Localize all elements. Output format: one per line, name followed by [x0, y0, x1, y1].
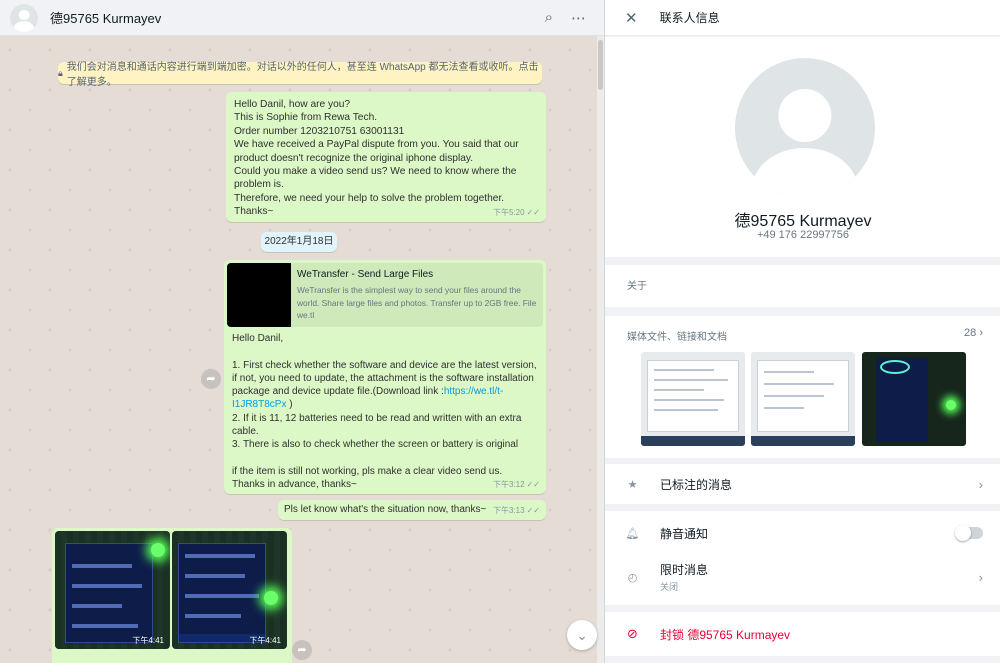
message-time: 下午3:12: [493, 479, 525, 489]
message-time: 下午3:13: [493, 505, 525, 515]
chevron-down-icon: ⌄: [576, 627, 588, 643]
message-bubble[interactable]: Hello Danil, how are you? This is Sophie…: [226, 92, 546, 222]
block-label: 封锁 德95765 Kurmayev: [660, 627, 791, 642]
avatar[interactable]: [735, 58, 875, 198]
link-preview-title: WeTransfer - Send Large Files: [297, 269, 434, 280]
avatar[interactable]: [10, 3, 38, 32]
image-thumbnail[interactable]: 下午4:41: [172, 531, 287, 649]
message-text-after: ) 2. If it is 11, 12 batteries need to b…: [232, 399, 522, 491]
image-album[interactable]: 下午4:41 下午4:41: [52, 528, 292, 663]
chat-header[interactable]: 德95765 Kurmayev ⌕ ⋯: [0, 0, 604, 36]
chevron-right-icon: ›: [978, 569, 983, 585]
disappearing-value: 关闭: [660, 582, 679, 592]
media-thumbnail[interactable]: [751, 352, 855, 446]
encryption-notice-text: 我们会对消息和通话内容进行端到端加密。对话以外的任何人，甚至连 WhatsApp…: [66, 62, 539, 88]
info-title: 联系人信息: [659, 11, 720, 25]
timer-icon: ◴: [627, 571, 638, 584]
contact-info-pane: ✕ 联系人信息 德95765 Kurmayev +49 176 22997756…: [604, 0, 1000, 663]
mute-label: 静音通知: [660, 526, 709, 541]
block-contact-row[interactable]: ⊘ 封锁 德95765 Kurmayev: [605, 612, 1000, 656]
bell-icon: 🔔︎: [625, 527, 640, 540]
scrollbar-thumb[interactable]: [598, 40, 603, 90]
about-label: 关于: [627, 281, 647, 292]
disappearing-messages-row[interactable]: ◴ 限时消息 关闭 ›: [605, 555, 1000, 599]
chat-contact-name[interactable]: 德95765 Kurmayev: [50, 8, 161, 27]
star-icon: ★: [627, 478, 638, 491]
contact-phone: +49 176 22997756: [756, 229, 850, 241]
disappearing-label: 限时消息: [660, 563, 709, 577]
message-bubble[interactable]: Pls let know what's the situation now, t…: [278, 500, 546, 520]
menu-icon[interactable]: ⋯: [571, 9, 586, 27]
message-time: 下午5:20: [493, 207, 525, 217]
info-header: ✕ 联系人信息: [605, 0, 1000, 36]
forward-icon[interactable]: ➦: [292, 640, 312, 660]
chevron-right-icon: ›: [978, 476, 983, 492]
contact-name: 德95765 Kurmayev: [734, 213, 872, 230]
media-count: 28: [964, 327, 977, 339]
date-chip: 2022年1月18日: [261, 232, 337, 252]
close-icon[interactable]: ✕: [625, 9, 638, 27]
read-ticks-icon: ✓✓: [526, 505, 540, 515]
search-icon[interactable]: ⌕: [545, 9, 553, 27]
block-icon: ⊘: [627, 626, 638, 641]
message-text: Pls let know what's the situation now, t…: [284, 504, 487, 515]
encryption-notice[interactable]: 🔒︎ 我们会对消息和通话内容进行端到端加密。对话以外的任何人，甚至连 Whats…: [58, 62, 542, 88]
image-thumbnail[interactable]: 下午4:41: [55, 531, 170, 649]
chevron-right-icon: ›: [979, 327, 983, 339]
link-preview-description: WeTransfer is the simplest way to send y…: [297, 285, 537, 321]
media-label: 媒体文件、链接和文档: [627, 332, 727, 343]
link-preview-thumbnail: [227, 263, 291, 327]
starred-label: 已标注的消息: [660, 477, 733, 492]
starred-messages-row[interactable]: ★ 已标注的消息 ›: [605, 464, 1000, 504]
chat-pane: 德95765 Kurmayev ⌕ ⋯ 🔒︎ 我们会对消息和通话内容进行端到端加…: [0, 0, 604, 663]
media-thumbnail[interactable]: [641, 352, 745, 446]
message-text: Hello Danil, 1. First check whether the …: [227, 327, 543, 492]
mute-toggle[interactable]: [955, 525, 983, 541]
media-count-link[interactable]: 28 ›: [964, 327, 983, 339]
image-time: 下午4:41: [132, 636, 164, 645]
read-ticks-icon: ✓✓: [526, 207, 540, 217]
chat-scrollbar[interactable]: [597, 36, 604, 663]
profile-section: 德95765 Kurmayev +49 176 22997756: [605, 37, 1000, 257]
link-preview[interactable]: WeTransfer - Send Large Files WeTransfer…: [227, 263, 543, 327]
media-thumbnail[interactable]: [862, 352, 966, 446]
image-time: 下午4:41: [249, 636, 281, 645]
scroll-down-button[interactable]: ⌄: [567, 620, 597, 650]
about-section: 关于: [605, 265, 1000, 307]
forward-icon[interactable]: ➦: [201, 369, 221, 389]
message-bubble-link[interactable]: WeTransfer - Send Large Files WeTransfer…: [224, 260, 546, 494]
lock-icon: 🔒︎: [58, 67, 63, 78]
read-ticks-icon: ✓✓: [526, 479, 540, 489]
mute-notifications-row[interactable]: 🔔︎ 静音通知: [605, 511, 1000, 555]
media-section: 媒体文件、链接和文档 28 ›: [605, 316, 1000, 458]
message-text: Hello Danil, how are you? This is Sophie…: [234, 99, 519, 218]
